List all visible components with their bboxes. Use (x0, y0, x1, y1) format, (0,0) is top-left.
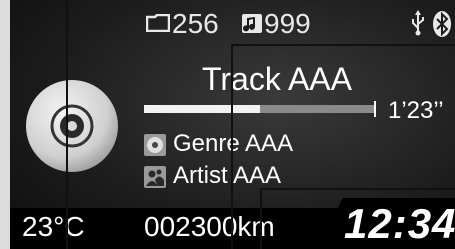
genre-icon (144, 134, 166, 156)
top-status-bar: 256 999 (10, 0, 455, 44)
clock: 12:34 (344, 200, 455, 247)
odometer: 002300km (144, 211, 275, 242)
progress-bar (144, 105, 376, 113)
bluetooth-icon (433, 11, 451, 37)
usb-icon (412, 10, 424, 36)
folder-icon (146, 14, 170, 32)
track-count: 999 (264, 8, 311, 39)
progress-fill (144, 105, 260, 113)
callout-line-artist (260, 188, 262, 249)
callout-line-track-title (231, 44, 233, 249)
callout-line-artist-top (260, 188, 455, 190)
progress-end-marker (374, 101, 376, 117)
outside-temperature: 23°C (22, 211, 85, 242)
disc-icon (26, 80, 118, 172)
elapsed-time: 1’23’’ (388, 97, 444, 124)
track-title: Track AAA (202, 61, 352, 97)
music-note-icon (242, 14, 262, 33)
artist-label: Artist AAA (173, 162, 282, 189)
genre-label: Genre AAA (173, 130, 294, 157)
artist-icon (144, 166, 166, 188)
callout-line-disc (66, 0, 68, 249)
folder-count: 256 (172, 8, 219, 39)
callout-line-track-title-top (231, 44, 455, 46)
